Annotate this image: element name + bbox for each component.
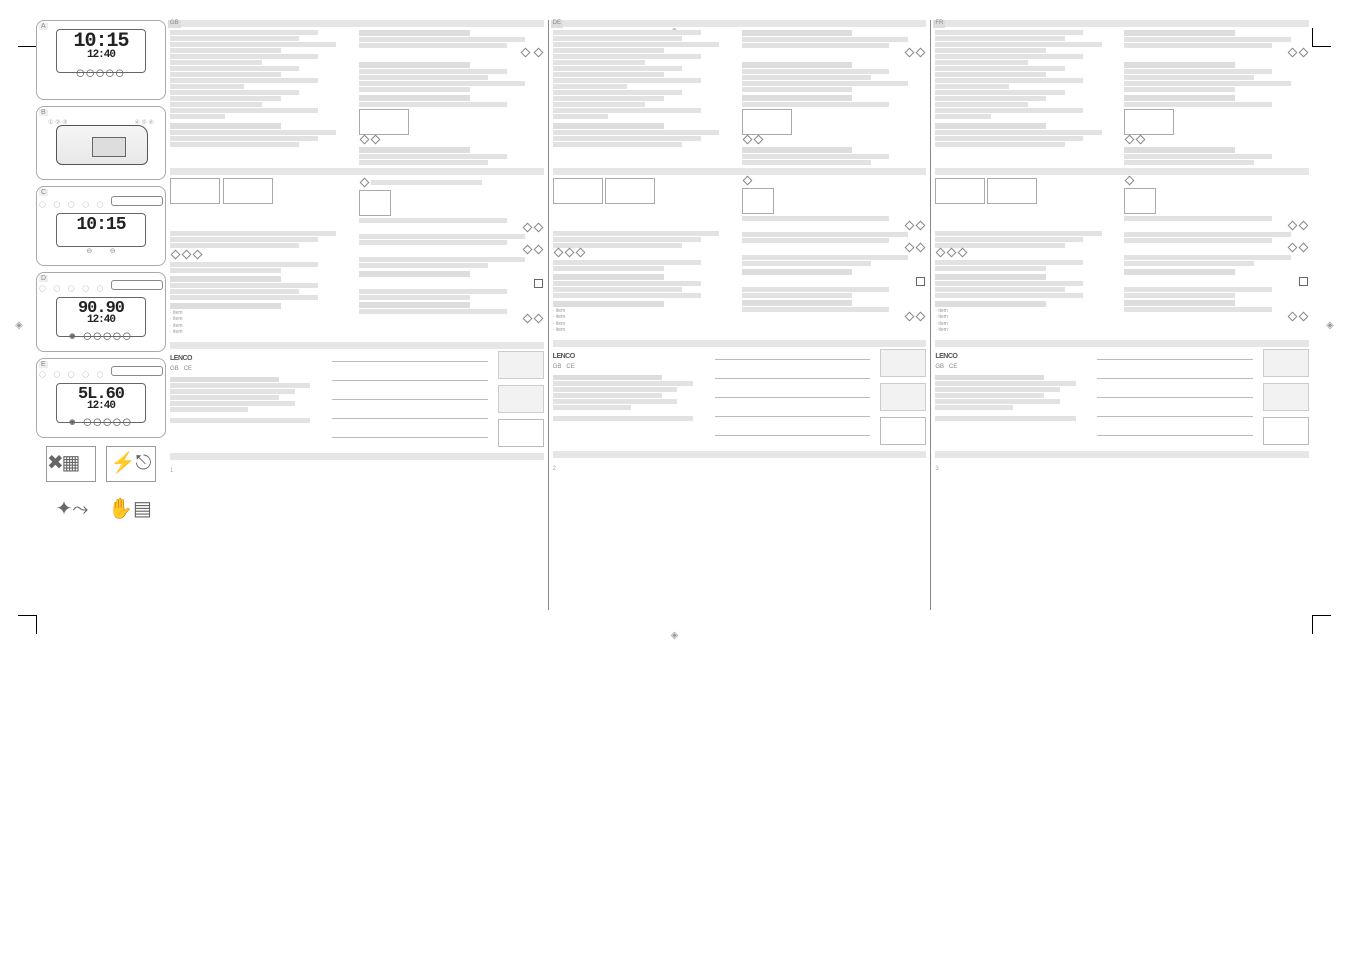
crop-mark-tr [1312, 28, 1331, 47]
footer-1: 1 [170, 468, 544, 476]
figure-c-topbar: ◯ ◯ ◯ ◯ ◯ [37, 193, 165, 211]
sect-radio-3: · item· item· item· item [935, 168, 1309, 334]
checkbox-icon [534, 279, 543, 288]
figure-c: C ◯ ◯ ◯ ◯ ◯ 10:15 ⊖ ⊖ [36, 186, 166, 266]
lang-col-2: DE [548, 20, 931, 610]
product-screen [92, 137, 126, 157]
crop-mark-br [1312, 615, 1331, 634]
mini-illustration [359, 109, 409, 135]
figure-e: E ◯ ◯ ◯ ◯ ◯ 5L.60 12:40 ◉ ◯◯◯◯◯ [36, 358, 166, 438]
cert-gb: GB [170, 366, 179, 372]
language-columns: GB [166, 20, 1313, 610]
spray-icon: ✦⤳ [48, 493, 96, 527]
brand-logo-3: LENCO [935, 352, 1091, 361]
lcd-e-icons: ◉ ◯◯◯◯◯ [69, 419, 132, 427]
lcd-d-sub: 12:40 [57, 315, 145, 326]
overview-right [359, 29, 544, 166]
diamond-icon [521, 48, 531, 58]
lcd-a: 10:15 12:40 ◯◯◯◯◯ [56, 29, 146, 73]
spec-box-2 [498, 385, 544, 413]
spec-boxcol [498, 351, 544, 447]
spec-box-1 [498, 351, 544, 379]
brand-logo: LENCO [170, 354, 326, 363]
sect-specifications-3: LENCO GB CE [935, 340, 1309, 460]
lcd-d-icons: ◉ ◯◯◯◯◯ [69, 333, 132, 341]
figure-c-label: C [39, 189, 48, 196]
sect-overview [170, 20, 544, 166]
figure-e-label: E [39, 361, 48, 368]
crop-mark-bl [18, 615, 37, 634]
spec-line-3 [332, 389, 488, 400]
lcd-d: 90.90 12:40 ◉ ◯◯◯◯◯ [56, 297, 146, 337]
spec-line-1 [332, 351, 488, 362]
figure-f: ✖ ▦ ⚡⎋ [36, 444, 166, 484]
figure-d-topbar: ◯ ◯ ◯ ◯ ◯ [37, 277, 165, 295]
spec-line-5 [332, 427, 488, 438]
spec-box-3 [498, 419, 544, 447]
spec-right [332, 351, 488, 447]
product-callouts-left: ① ② ③ [48, 119, 67, 126]
unplug-icon: ⚡⎋ [106, 446, 156, 482]
figure-b: B ① ② ③ ④ ⑤ ⑥ [36, 106, 166, 180]
figure-a-label: A [39, 23, 48, 30]
sect-radio-2: · item· item· item· item [553, 168, 927, 334]
brand-logo-2: LENCO [553, 352, 709, 361]
lang-badge-2: DE [551, 20, 563, 28]
diamond-icon [533, 48, 543, 58]
product-callouts-right: ④ ⑤ ⑥ [135, 119, 154, 126]
reg-mark-right: ◈ [1325, 320, 1335, 330]
lcd-a-sub: 12:40 [57, 50, 145, 61]
figure-g: ✦⤳ ✋▤ [36, 490, 166, 530]
preset-illus [359, 190, 391, 216]
figure-d: D ◯ ◯ ◯ ◯ ◯ 90.90 12:40 ◉ ◯◯◯◯◯ [36, 272, 166, 352]
figure-e-topbar: ◯ ◯ ◯ ◯ ◯ [37, 363, 165, 381]
spec-line-4 [332, 408, 488, 419]
sect-specifications: LENCO GB CE [170, 342, 544, 462]
cert-ce-2: CE [566, 364, 574, 370]
cert-gb-3: GB [935, 364, 944, 370]
lang-col-1: GB [166, 20, 548, 610]
reg-mark-bottom: ◈ [670, 630, 680, 640]
radio-left: · item· item· item· item [170, 177, 355, 336]
radio-illus-1 [170, 178, 220, 204]
sect-specifications-2: LENCO GB CE [553, 340, 927, 460]
radio-right [359, 177, 544, 336]
lcd-c: 10:15 [56, 213, 146, 247]
radio-illus-2 [223, 178, 273, 204]
reg-mark-left: ◈ [14, 320, 24, 330]
spec-left: LENCO GB CE [170, 351, 326, 447]
figure-d-label: D [39, 275, 48, 282]
lcd-e-sub: 12:40 [57, 401, 145, 412]
sect-radio: · item· item· item· item [170, 168, 544, 336]
overview-left [170, 29, 355, 166]
diamond-row [359, 136, 544, 146]
cert-gb-2: GB [553, 364, 562, 370]
figure-a: A 10:15 12:40 ◯◯◯◯◯ [36, 20, 166, 100]
wipe-icon: ✋▤ [106, 493, 154, 527]
crop-mark-tl [18, 28, 37, 47]
spec-line-2 [332, 370, 488, 381]
lang-col-3: FR [930, 20, 1313, 610]
product-illustration: ① ② ③ ④ ⑤ ⑥ [46, 113, 156, 169]
no-disassemble-icon: ✖ ▦ [46, 446, 96, 482]
sect-overview-3 [935, 20, 1309, 166]
cert-ce-3: CE [949, 364, 957, 370]
manual-sheet: A 10:15 12:40 ◯◯◯◯◯ B ① ② ③ ④ ⑤ ⑥ C ◯ ◯ … [36, 20, 1313, 610]
lcd-a-icons: ◯◯◯◯◯ [76, 70, 125, 78]
lang-badge-3: FR [933, 20, 945, 28]
footer-2: 2 [553, 466, 927, 474]
lcd-e: 5L.60 12:40 ◉ ◯◯◯◯◯ [56, 383, 146, 423]
figure-c-bottom-icons: ⊖ ⊖ [37, 247, 165, 255]
cert-ce: CE [184, 366, 192, 372]
lang-badge-1: GB [168, 20, 181, 28]
figure-strip: A 10:15 12:40 ◯◯◯◯◯ B ① ② ③ ④ ⑤ ⑥ C ◯ ◯ … [36, 20, 166, 610]
sect-overview-2 [553, 20, 927, 166]
lcd-c-main: 10:15 [76, 215, 125, 235]
footer-3: 3 [935, 466, 1309, 474]
